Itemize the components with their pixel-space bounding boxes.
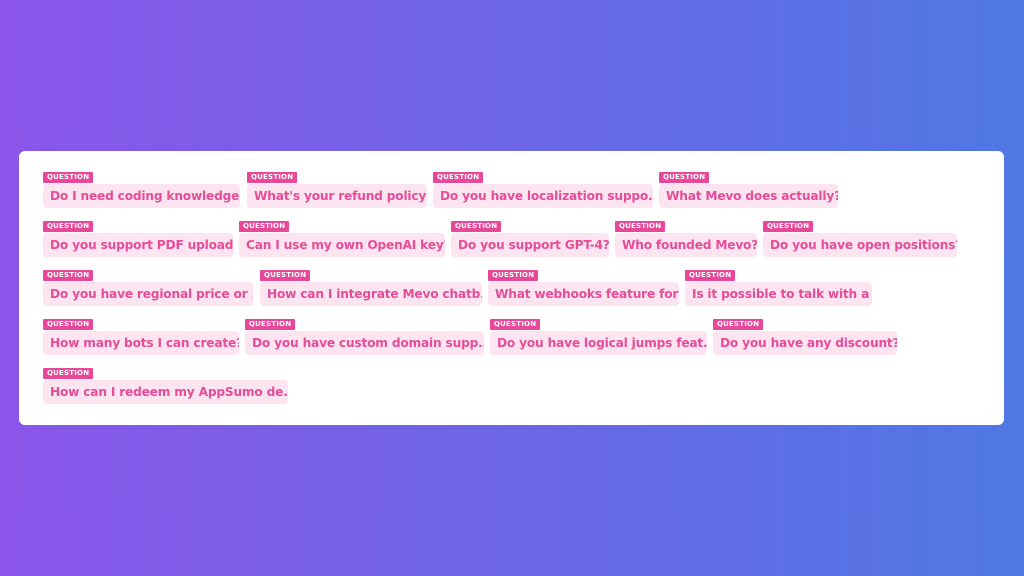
question-chip[interactable]: Do you have custom domain supp... [245, 331, 484, 355]
question-tag: QUESTION [713, 319, 764, 330]
question-chip[interactable]: Do you have logical jumps feat... [490, 331, 707, 355]
question-chip[interactable]: How can I integrate Mevo chatb... [260, 282, 482, 306]
question-item[interactable]: QUESTION Do you support GPT-4? [451, 221, 609, 258]
question-tag: QUESTION [247, 172, 298, 183]
question-tag: QUESTION [433, 172, 484, 183]
question-chip[interactable]: Can I use my own OpenAI key? [239, 233, 445, 257]
question-tag: QUESTION [245, 319, 296, 330]
question-chip[interactable]: Do you support GPT-4? [451, 233, 609, 257]
question-tag: QUESTION [451, 221, 502, 232]
question-tag: QUESTION [43, 368, 94, 379]
question-chip[interactable]: Is it possible to talk with a ... [685, 282, 872, 306]
questions-card: QUESTION Do I need coding knowledge? QUEST… [19, 151, 1004, 425]
question-tag: QUESTION [43, 270, 94, 281]
question-chip[interactable]: Do you have open positions? [763, 233, 957, 257]
question-tag: QUESTION [43, 172, 94, 183]
question-item[interactable]: QUESTION Do you have localization suppo..… [433, 172, 653, 209]
question-chip[interactable]: How can I redeem my AppSumo de... [43, 380, 288, 404]
question-item[interactable]: QUESTION How can I redeem my AppSumo de..… [43, 368, 288, 405]
question-item[interactable]: QUESTION Do you have any discount? [713, 319, 897, 356]
question-item[interactable]: QUESTION Do you have regional price or ..… [43, 270, 253, 307]
question-item[interactable]: QUESTION Do you have custom domain supp..… [245, 319, 484, 356]
question-chip[interactable]: Who founded Mevo? [615, 233, 757, 257]
question-item[interactable]: QUESTION Is it possible to talk with a ..… [685, 270, 872, 307]
question-tag: QUESTION [43, 319, 94, 330]
question-item[interactable]: QUESTION Can I use my own OpenAI key? [239, 221, 445, 258]
question-item[interactable]: QUESTION Do I need coding knowledge? [43, 172, 240, 209]
question-item[interactable]: QUESTION Do you have logical jumps feat..… [490, 319, 707, 356]
question-item[interactable]: QUESTION What's your refund policy? [247, 172, 427, 209]
question-chip[interactable]: Do you have localization suppo... [433, 184, 653, 208]
question-tag: QUESTION [685, 270, 736, 281]
question-item[interactable]: QUESTION What webhooks feature for? [488, 270, 679, 307]
question-item[interactable]: QUESTION What Mevo does actually? [659, 172, 838, 209]
question-chip[interactable]: What webhooks feature for? [488, 282, 679, 306]
question-tag: QUESTION [490, 319, 541, 330]
question-item[interactable]: QUESTION Do you have open positions? [763, 221, 957, 258]
question-tag: QUESTION [488, 270, 539, 281]
question-chip[interactable]: What Mevo does actually? [659, 184, 838, 208]
question-chip[interactable]: What's your refund policy? [247, 184, 427, 208]
question-item[interactable]: QUESTION Do you support PDF upload? [43, 221, 233, 258]
question-tag: QUESTION [659, 172, 710, 183]
question-tag: QUESTION [615, 221, 666, 232]
question-chip[interactable]: Do you support PDF upload? [43, 233, 233, 257]
question-chip[interactable]: How many bots I can create? [43, 331, 239, 355]
question-item[interactable]: QUESTION Who founded Mevo? [615, 221, 757, 258]
question-chip[interactable]: Do I need coding knowledge? [43, 184, 240, 208]
question-tag: QUESTION [43, 221, 94, 232]
question-tag: QUESTION [260, 270, 311, 281]
question-tag: QUESTION [763, 221, 814, 232]
question-chip[interactable]: Do you have any discount? [713, 331, 897, 355]
question-chip[interactable]: Do you have regional price or ... [43, 282, 253, 306]
question-item[interactable]: QUESTION How many bots I can create? [43, 319, 239, 356]
question-tag: QUESTION [239, 221, 290, 232]
question-item[interactable]: QUESTION How can I integrate Mevo chatb..… [260, 270, 482, 307]
